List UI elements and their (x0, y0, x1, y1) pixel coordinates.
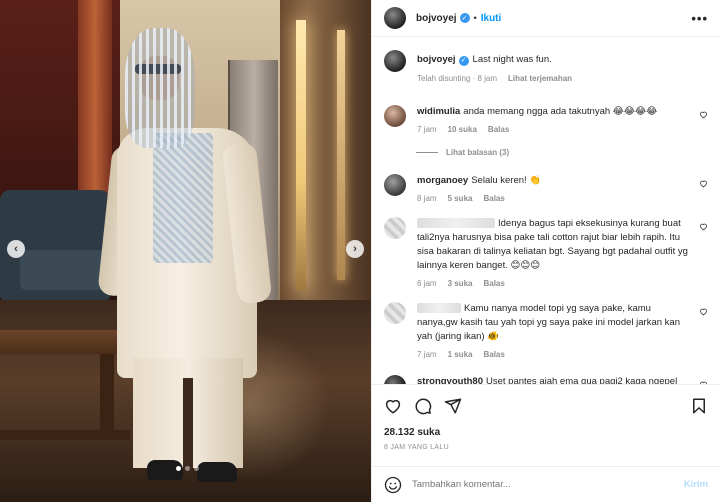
post-comment-button[interactable]: Kirim (684, 479, 708, 490)
post-modal: ‹ › bojvoyej ✓ • Ikuti ••• bojvoyej ✓ Last… (0, 0, 720, 502)
caption-time: Telah disunting · 8 jam (417, 74, 498, 83)
verified-badge-icon: ✓ (458, 56, 469, 66)
commenter-avatar[interactable] (384, 105, 406, 127)
small-heart-icon[interactable] (699, 307, 708, 316)
comment-likes[interactable]: 1 suka (448, 350, 473, 359)
reply-button[interactable]: Balas (483, 279, 504, 288)
comment-item: strongyouth80 Uset pantes ajah ema gua pa… (384, 375, 708, 384)
view-replies-button[interactable]: Lihat balasan (3) (416, 148, 708, 157)
reply-button[interactable]: Balas (488, 125, 509, 134)
blurred-username (417, 303, 461, 314)
post-header: bojvoyej ✓ • Ikuti ••• (372, 0, 720, 37)
comments-list[interactable]: bojvoyej ✓ Last night was fun. Telah disun… (372, 38, 720, 384)
carousel-dot (194, 466, 199, 471)
commenter-avatar[interactable] (384, 302, 406, 324)
emoji-icon[interactable] (384, 476, 402, 494)
bookmark-icon[interactable] (690, 397, 708, 415)
separator-dot: • (473, 13, 477, 23)
small-heart-icon[interactable] (699, 110, 708, 119)
follow-button[interactable]: Ikuti (481, 13, 502, 24)
small-heart-icon[interactable] (699, 222, 708, 231)
comment-item: widimulia anda memang ngga ada takutnyah … (384, 105, 708, 134)
view-replies-label: Lihat balasan (3) (446, 148, 510, 157)
small-heart-icon[interactable] (699, 179, 708, 188)
comment-likes[interactable]: 3 suka (448, 279, 473, 288)
comment-time: 8 jam (417, 194, 437, 203)
carousel-prev-button[interactable]: ‹ (7, 240, 25, 258)
post-actions: 28.132 suka 8 JAM YANG LALU (372, 384, 720, 464)
carousel-dot (176, 466, 181, 471)
comment-username[interactable]: widimulia (417, 106, 460, 117)
carousel-next-button[interactable]: › (346, 240, 364, 258)
comment-item: Idenya bagus tapi eksekusinya kurang bua… (384, 217, 708, 288)
person-figure (97, 28, 275, 488)
post-time: 8 JAM YANG LALU (384, 444, 449, 451)
reply-button[interactable]: Balas (483, 350, 504, 359)
replies-line (416, 152, 438, 153)
post-side-panel: bojvoyej ✓ • Ikuti ••• bojvoyej ✓ Last nig… (371, 0, 720, 502)
post-media[interactable]: ‹ › (0, 0, 371, 502)
caption-text: Last night was fun. (472, 54, 552, 65)
caption-username[interactable]: bojvoyej (417, 54, 456, 65)
comment-text: Selalu keren! 👏 (471, 175, 542, 186)
comment-username[interactable]: morganoey (417, 175, 468, 186)
comment-likes[interactable]: 5 suka (448, 194, 473, 203)
more-options-button[interactable]: ••• (691, 11, 708, 26)
comment-text: anda memang ngga ada takutnyah 😂😂😂😂 (463, 106, 658, 117)
caption-avatar[interactable] (384, 50, 406, 72)
author-avatar[interactable] (384, 7, 406, 29)
comment-time: 7 jam (417, 350, 437, 359)
comment-input[interactable] (412, 479, 684, 490)
verified-badge-icon: ✓ (459, 13, 470, 23)
blurred-username (417, 218, 495, 229)
photo (0, 0, 371, 502)
commenter-avatar[interactable] (384, 174, 406, 196)
carousel-dots (176, 466, 199, 471)
comment-username[interactable]: strongyouth80 (417, 376, 483, 384)
reply-button[interactable]: Balas (483, 194, 504, 203)
heart-icon[interactable] (384, 397, 402, 415)
see-translation-link[interactable]: Lihat terjemahan (508, 74, 572, 83)
comment-item: morganoey Selalu keren! 👏 8 jam 5 suka Ba… (384, 174, 708, 203)
add-comment-bar: Kirim (372, 466, 720, 502)
comment-icon[interactable] (414, 397, 432, 415)
like-count[interactable]: 28.132 suka (384, 427, 708, 438)
carousel-dot (185, 466, 190, 471)
comment-time: 6 jam (417, 279, 437, 288)
caption: bojvoyej ✓ Last night was fun. Telah disun… (384, 50, 708, 83)
share-icon[interactable] (444, 397, 462, 415)
comment-text: Uset pantes ajah ema gua pagi2 kaga ngep… (485, 376, 678, 384)
comment-likes[interactable]: 10 suka (448, 125, 477, 134)
comment-time: 7 jam (417, 125, 437, 134)
comment-item: Kamu nanya model topi yg saya pake, kamu… (384, 302, 708, 359)
author-username[interactable]: bojvoyej (416, 13, 457, 24)
commenter-avatar[interactable] (384, 375, 406, 384)
commenter-avatar[interactable] (384, 217, 406, 239)
